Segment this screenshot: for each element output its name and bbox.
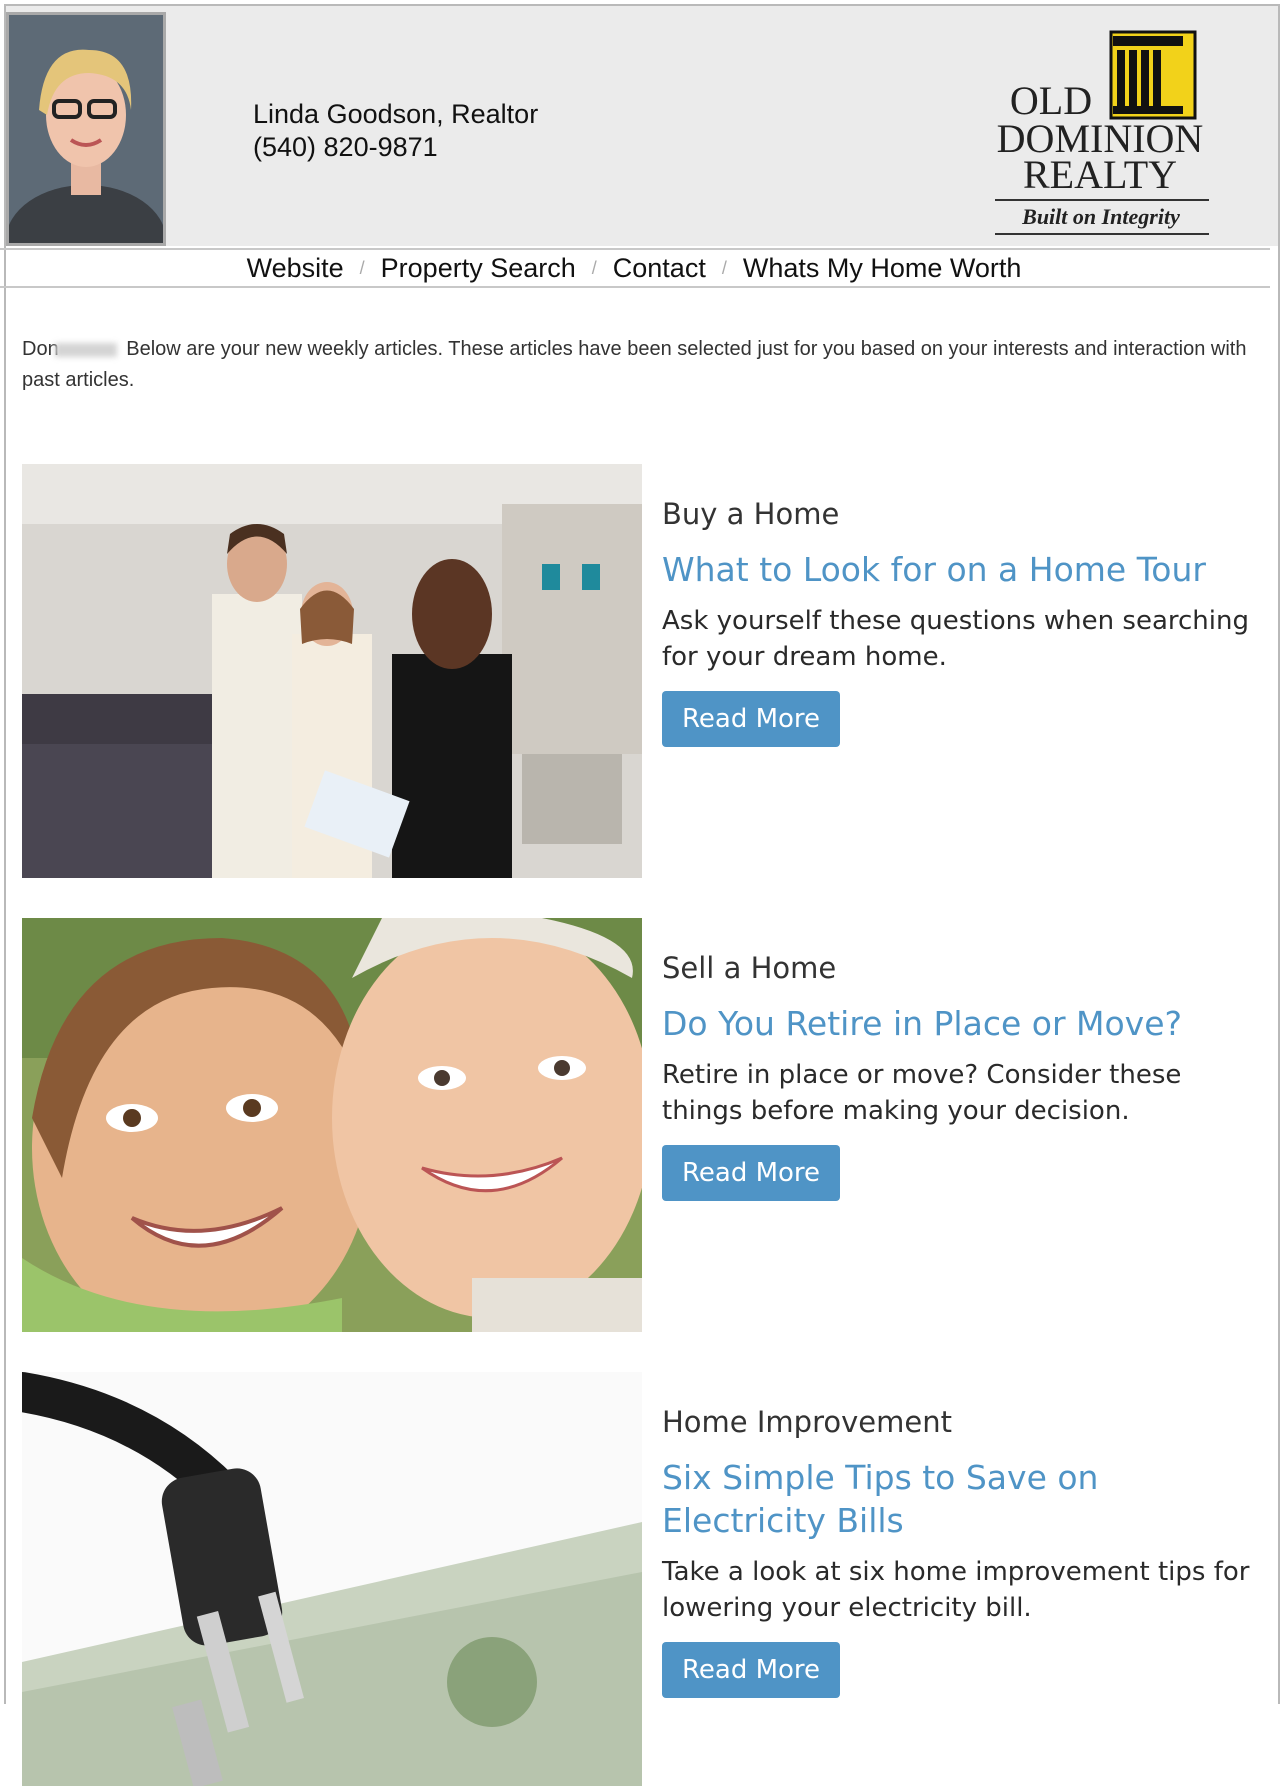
nav-separator: /	[359, 257, 365, 278]
article-image[interactable]	[22, 918, 642, 1332]
greeting-name: Don	[22, 338, 59, 360]
agent-photo	[6, 12, 166, 246]
nav-separator: /	[591, 257, 597, 278]
article-text: Home Improvement Six Simple Tips to Save…	[662, 1372, 1262, 1698]
article-description: Take a look at six home improvement tips…	[662, 1557, 1250, 1623]
agent-name: Linda Goodson, Realtor	[253, 99, 539, 129]
agent-phone[interactable]: (540) 820-9871	[253, 131, 538, 164]
nav-home-worth[interactable]: Whats My Home Worth	[743, 253, 1022, 284]
read-more-button[interactable]: Read More	[662, 1145, 841, 1201]
intro-message: Don Below are your new weekly articles. …	[22, 334, 1252, 396]
article-image[interactable]	[22, 1372, 642, 1786]
article-text: Sell a Home Do You Retire in Place or Mo…	[662, 918, 1262, 1201]
article-text: Buy a Home What to Look for on a Home To…	[662, 464, 1262, 747]
article-card: Home Improvement Six Simple Tips to Save…	[22, 1372, 1262, 1786]
header: Linda Goodson, Realtor (540) 820-9871 OL…	[6, 6, 1278, 246]
article-card: Sell a Home Do You Retire in Place or Mo…	[22, 918, 1262, 1332]
article-card: Buy a Home What to Look for on a Home To…	[22, 464, 1262, 878]
nav-separator: /	[721, 257, 727, 278]
brokerage-logo[interactable]: OLD DOMINION REALTY Built on Integrity	[983, 26, 1233, 241]
read-more-button[interactable]: Read More	[662, 1642, 841, 1698]
article-description: Retire in place or move? Consider these …	[662, 1060, 1182, 1126]
article-category: Home Improvement	[662, 1405, 952, 1439]
article-description: Ask yourself these questions when search…	[662, 606, 1249, 672]
intro-text: Below are your new weekly articles. Thes…	[22, 338, 1247, 391]
article-category: Sell a Home	[662, 951, 837, 985]
redacted-name	[54, 342, 117, 357]
article-title-link[interactable]: What to Look for on a Home Tour	[662, 548, 1262, 591]
top-nav: Website / Property Search / Contact / Wh…	[0, 248, 1270, 288]
logo-line-3: REALTY	[1023, 152, 1177, 197]
nav-contact[interactable]: Contact	[613, 253, 706, 284]
logo-tagline: Built on Integrity	[1021, 204, 1180, 229]
article-title-link[interactable]: Six Simple Tips to Save on Electricity B…	[662, 1456, 1262, 1542]
article-image[interactable]	[22, 464, 642, 878]
nav-website[interactable]: Website	[247, 253, 344, 284]
read-more-button[interactable]: Read More	[662, 691, 841, 747]
article-title-link[interactable]: Do You Retire in Place or Move?	[662, 1002, 1262, 1045]
article-category: Buy a Home	[662, 497, 840, 531]
agent-info: Linda Goodson, Realtor (540) 820-9871	[253, 98, 538, 164]
nav-property-search[interactable]: Property Search	[381, 253, 576, 284]
